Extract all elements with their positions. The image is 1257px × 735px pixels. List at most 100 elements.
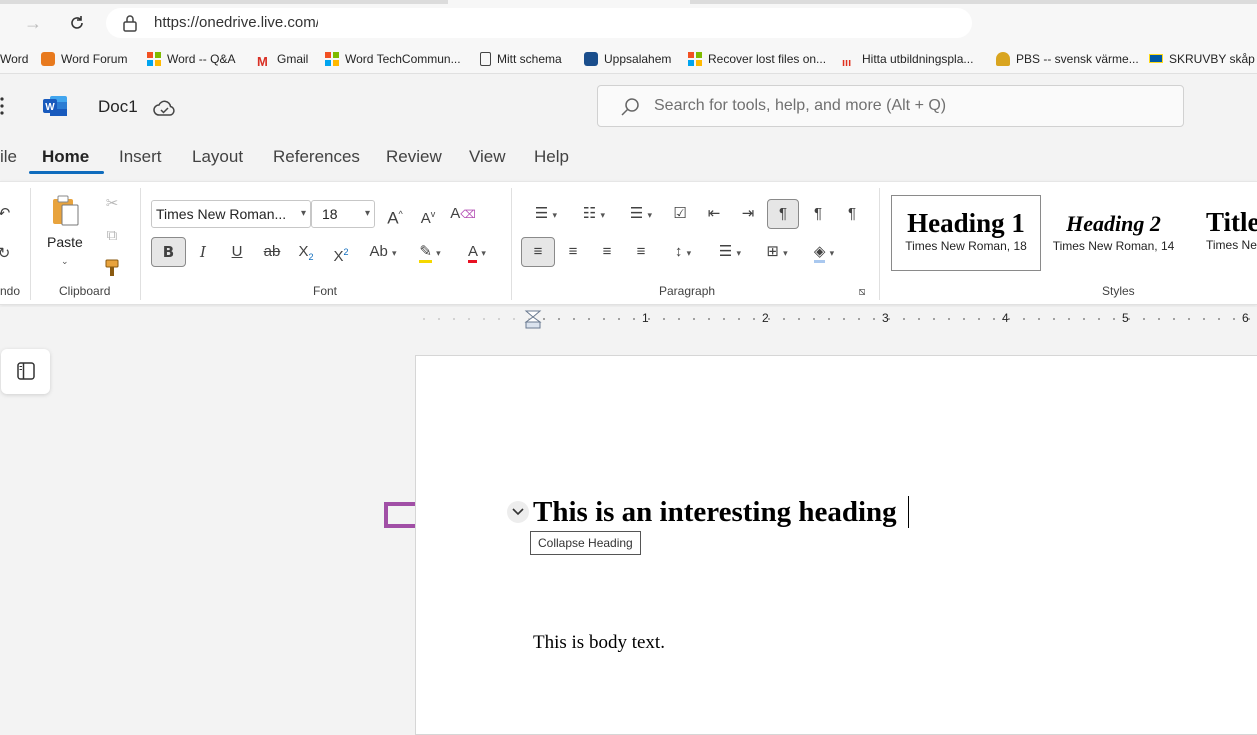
bookmark-word-techcommunity[interactable]: Word TechCommun...	[325, 50, 461, 68]
tab-home[interactable]: Home	[42, 147, 89, 167]
font-name-combo[interactable]: Times New Roman... ▾	[151, 200, 311, 228]
strikethrough-button[interactable]: ab	[258, 238, 286, 266]
document-page[interactable]: This is an interesting heading Collapse …	[415, 355, 1257, 735]
ruler-tick	[1143, 318, 1145, 320]
bookmark-uppsalahem[interactable]: Uppsalahem	[584, 50, 671, 68]
decrease-indent-icon[interactable]: ⇤	[700, 200, 728, 228]
copy-icon[interactable]: ⧉	[98, 222, 126, 250]
cloud-saved-icon[interactable]	[152, 96, 178, 125]
bookmark-pbs[interactable]: PBS -- svensk värme...	[996, 50, 1139, 68]
cut-icon[interactable]: ✂	[98, 190, 126, 218]
font-color-button[interactable]: A ▾	[456, 238, 498, 266]
chevron-down-icon: ▾	[829, 248, 835, 258]
document-canvas: This is an interesting heading Collapse …	[0, 331, 1257, 735]
bookmark-hitta[interactable]: ııı Hitta utbildningspla...	[842, 50, 973, 69]
superscript-button[interactable]: X2	[327, 238, 355, 266]
align-center-icon[interactable]: ≡	[559, 238, 587, 266]
tab-references[interactable]: References	[273, 147, 360, 167]
highlight-button[interactable]: ✎ ▾	[409, 238, 451, 266]
bold-button[interactable]: B	[151, 237, 186, 267]
subscript-button[interactable]: X2	[292, 238, 320, 266]
font-size-combo[interactable]: 18 ▾	[311, 200, 375, 228]
document-body-text[interactable]: This is body text.	[533, 632, 665, 654]
search-placeholder: Search for tools, help, and more (Alt + …	[654, 97, 947, 114]
microsoft-logo-icon	[325, 52, 339, 66]
shading-button[interactable]: ◈ ▾	[803, 238, 845, 266]
align-right-icon[interactable]: ≡	[593, 238, 621, 266]
increase-indent-icon[interactable]: ⇥	[734, 200, 762, 228]
ruler-tick	[438, 318, 440, 320]
paragraph-group-label: Paragraph	[659, 284, 716, 298]
line-spacing-button[interactable]: ↕ ▾	[662, 238, 704, 266]
bookmark-label: Word	[0, 52, 29, 66]
tab-layout[interactable]: Layout	[192, 147, 243, 167]
checklist-icon[interactable]: ☑	[666, 200, 694, 228]
paragraph-dialog-launcher-icon[interactable]: ⧅	[848, 278, 876, 306]
forward-icon[interactable]: →	[20, 10, 46, 36]
chevron-down-icon: ▾	[736, 248, 742, 258]
bookmark-recover-lost-files[interactable]: Recover lost files on...	[688, 50, 826, 68]
ruler-number: 2	[762, 311, 769, 325]
bookmark-mitt-schema[interactable]: Mitt schema	[480, 50, 562, 68]
document-heading[interactable]: This is an interesting heading	[533, 496, 897, 529]
redo-icon[interactable]: ↻	[0, 240, 18, 268]
bullets-button[interactable]: ☰ ▾	[525, 200, 567, 228]
tab-review[interactable]: Review	[386, 147, 442, 167]
style-heading-2[interactable]: Heading 2 Times New Roman, 14	[1041, 195, 1186, 271]
indent-marker-icon[interactable]	[524, 310, 542, 329]
ribbon: ↶ ↻ ndo Paste ⌄ ✂ ⧉ Clipboard Times New …	[0, 181, 1257, 305]
ruler-tick	[993, 318, 995, 320]
paste-label[interactable]: Paste	[47, 234, 83, 250]
ruler-tick	[1098, 318, 1100, 320]
collapse-heading-button[interactable]	[507, 501, 529, 523]
word-logo-icon[interactable]: W	[42, 94, 68, 123]
borders-button[interactable]: ⊞ ▾	[756, 238, 798, 266]
style-title[interactable]: Title Times Ne	[1186, 195, 1257, 271]
grow-font-icon[interactable]: A^	[381, 200, 409, 228]
bookmark-gmail[interactable]: M Gmail	[257, 50, 308, 69]
tab-file[interactable]: ile	[0, 147, 17, 167]
paste-icon[interactable]	[50, 194, 82, 228]
show-paragraph-marks-icon[interactable]: ¶	[838, 200, 866, 228]
justify-icon[interactable]: ≡	[627, 238, 655, 266]
bookmark-word[interactable]: Word	[0, 50, 28, 68]
horizontal-ruler[interactable]: 1 2 3 4 5 6	[0, 307, 1257, 331]
document-title[interactable]: Doc1	[98, 97, 138, 117]
style-name: Heading 1	[907, 208, 1025, 238]
multilevel-list-button[interactable]: ☰ ▾	[620, 200, 662, 228]
ruler-tick	[723, 318, 725, 320]
tab-view[interactable]: View	[469, 147, 506, 167]
bookmark-word-qa[interactable]: Word -- Q&A	[147, 50, 235, 68]
bookmark-word-forum[interactable]: Word Forum	[41, 50, 127, 68]
search-box[interactable]: Search for tools, help, and more (Alt + …	[597, 85, 1184, 127]
chevron-down-icon: ▾	[364, 208, 370, 219]
rtl-direction-icon[interactable]: ¶	[804, 200, 832, 228]
more-options-icon[interactable]	[0, 93, 6, 119]
format-painter-icon[interactable]	[98, 254, 126, 282]
active-tab[interactable]	[448, 0, 690, 4]
shrink-font-icon[interactable]: Av	[414, 200, 442, 228]
reload-icon[interactable]	[64, 10, 90, 36]
bookmark-skruvby[interactable]: SKRUVBY skåp m	[1149, 50, 1257, 68]
underline-button[interactable]: U	[223, 238, 251, 266]
navigation-pane-button[interactable]	[1, 349, 50, 394]
ruler-tick	[873, 318, 875, 320]
bookmark-label: Mitt schema	[497, 52, 562, 66]
align-left-button[interactable]: ≡	[521, 237, 555, 267]
clear-formatting-icon[interactable]: A⌫	[449, 200, 477, 228]
undo-icon[interactable]: ↶	[0, 200, 18, 228]
paste-dropdown-icon[interactable]: ⌄	[61, 256, 69, 267]
bookmark-label: Word Forum	[61, 52, 128, 66]
address-bar[interactable]: https://onedrive.live.com/e	[106, 8, 972, 38]
paragraph-spacing-button[interactable]: ☰ ▾	[709, 238, 751, 266]
tab-help[interactable]: Help	[534, 147, 569, 167]
ruler-number: 3	[882, 311, 889, 325]
tab-insert[interactable]: Insert	[119, 147, 162, 167]
numbering-button[interactable]: ☷ ▾	[573, 200, 615, 228]
ruler-tick	[423, 318, 425, 320]
change-case-button[interactable]: Ab ▾	[362, 238, 404, 266]
italic-button[interactable]: I	[189, 238, 217, 266]
style-heading-1[interactable]: Heading 1 Times New Roman, 18	[891, 195, 1041, 271]
ltr-direction-button[interactable]: ¶	[767, 199, 799, 229]
ruler-tick	[468, 318, 470, 320]
